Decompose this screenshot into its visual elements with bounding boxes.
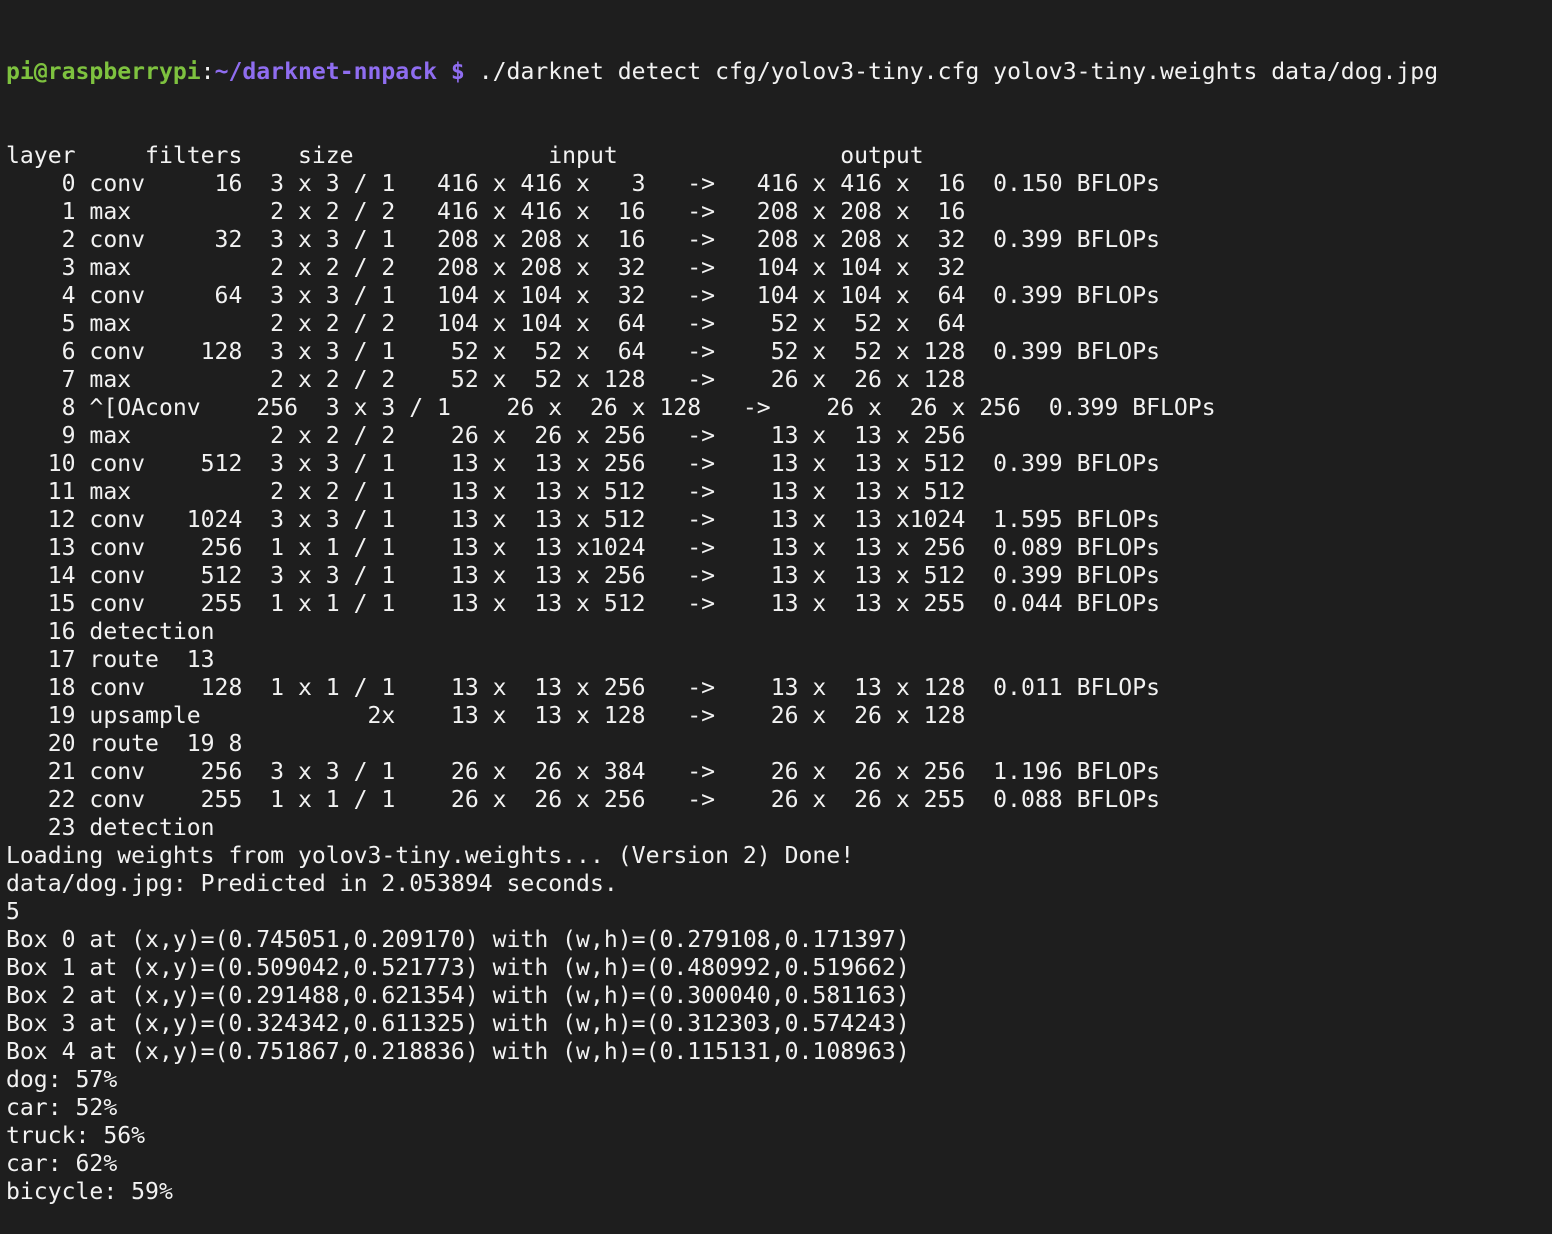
output-line: 2 conv 32 3 x 3 / 1 208 x 208 x 16 -> 20… — [6, 227, 1160, 253]
output-line: 13 conv 256 1 x 1 / 1 13 x 13 x1024 -> 1… — [6, 535, 1160, 561]
output-line: Loading weights from yolov3-tiny.weights… — [6, 843, 855, 869]
output-line: 14 conv 512 3 x 3 / 1 13 x 13 x 256 -> 1… — [6, 563, 1160, 589]
output-line: 15 conv 255 1 x 1 / 1 13 x 13 x 512 -> 1… — [6, 591, 1160, 617]
output-lines: layer filters size input output 0 conv 1… — [6, 142, 1438, 1206]
output-line: 5 — [6, 899, 20, 925]
output-line: 7 max 2 x 2 / 2 52 x 52 x 128 -> 26 x 26… — [6, 367, 966, 393]
output-line: 20 route 19 8 — [6, 731, 243, 757]
output-line: data/dog.jpg: Predicted in 2.053894 seco… — [6, 871, 618, 897]
prompt-symbol: $ — [437, 59, 465, 85]
output-line: car: 62% — [6, 1151, 118, 1177]
output-line: 4 conv 64 3 x 3 / 1 104 x 104 x 32 -> 10… — [6, 283, 1160, 309]
output-line: 5 max 2 x 2 / 2 104 x 104 x 64 -> 52 x 5… — [6, 311, 966, 337]
output-line: layer filters size input output — [6, 143, 924, 169]
output-line: 17 route 13 — [6, 647, 215, 673]
terminal-output[interactable]: pi@raspberrypi:~/darknet-nnpack $ ./dark… — [6, 2, 1438, 1234]
output-line: 3 max 2 x 2 / 2 208 x 208 x 32 -> 104 x … — [6, 255, 966, 281]
prompt-path: ~/darknet-nnpack — [214, 59, 438, 85]
output-line: 6 conv 128 3 x 3 / 1 52 x 52 x 64 -> 52 … — [6, 339, 1160, 365]
output-line: 10 conv 512 3 x 3 / 1 13 x 13 x 256 -> 1… — [6, 451, 1160, 477]
output-line: 12 conv 1024 3 x 3 / 1 13 x 13 x 512 -> … — [6, 507, 1160, 533]
output-line: 18 conv 128 1 x 1 / 1 13 x 13 x 256 -> 1… — [6, 675, 1160, 701]
output-line: Box 0 at (x,y)=(0.745051,0.209170) with … — [6, 927, 910, 953]
output-line: 11 max 2 x 2 / 1 13 x 13 x 512 -> 13 x 1… — [6, 479, 966, 505]
prompt-line: pi@raspberrypi:~/darknet-nnpack $ ./dark… — [6, 58, 1438, 86]
output-line: dog: 57% — [6, 1067, 118, 1093]
output-line: truck: 56% — [6, 1123, 146, 1149]
output-line: 16 detection — [6, 619, 215, 645]
output-line: 21 conv 256 3 x 3 / 1 26 x 26 x 384 -> 2… — [6, 759, 1160, 785]
prompt-user-host: pi@raspberrypi — [6, 59, 201, 85]
output-line: car: 52% — [6, 1095, 118, 1121]
output-line: 8 ^[OAconv 256 3 x 3 / 1 26 x 26 x 128 -… — [6, 395, 1216, 421]
output-line: 0 conv 16 3 x 3 / 1 416 x 416 x 3 -> 416… — [6, 171, 1160, 197]
output-line: Box 3 at (x,y)=(0.324342,0.611325) with … — [6, 1011, 910, 1037]
prompt-separator: : — [200, 59, 215, 85]
output-line: 23 detection — [6, 815, 215, 841]
output-line: 1 max 2 x 2 / 2 416 x 416 x 16 -> 208 x … — [6, 199, 966, 225]
output-line: bicycle: 59% — [6, 1179, 173, 1205]
output-line: 19 upsample 2x 13 x 13 x 128 -> 26 x 26 … — [6, 703, 966, 729]
output-line: 9 max 2 x 2 / 2 26 x 26 x 256 -> 13 x 13… — [6, 423, 966, 449]
output-line: 22 conv 255 1 x 1 / 1 26 x 26 x 256 -> 2… — [6, 787, 1160, 813]
output-line: Box 4 at (x,y)=(0.751867,0.218836) with … — [6, 1039, 910, 1065]
command-text: ./darknet detect cfg/yolov3-tiny.cfg yol… — [464, 59, 1439, 85]
output-line: Box 2 at (x,y)=(0.291488,0.621354) with … — [6, 983, 910, 1009]
output-line: Box 1 at (x,y)=(0.509042,0.521773) with … — [6, 955, 910, 981]
